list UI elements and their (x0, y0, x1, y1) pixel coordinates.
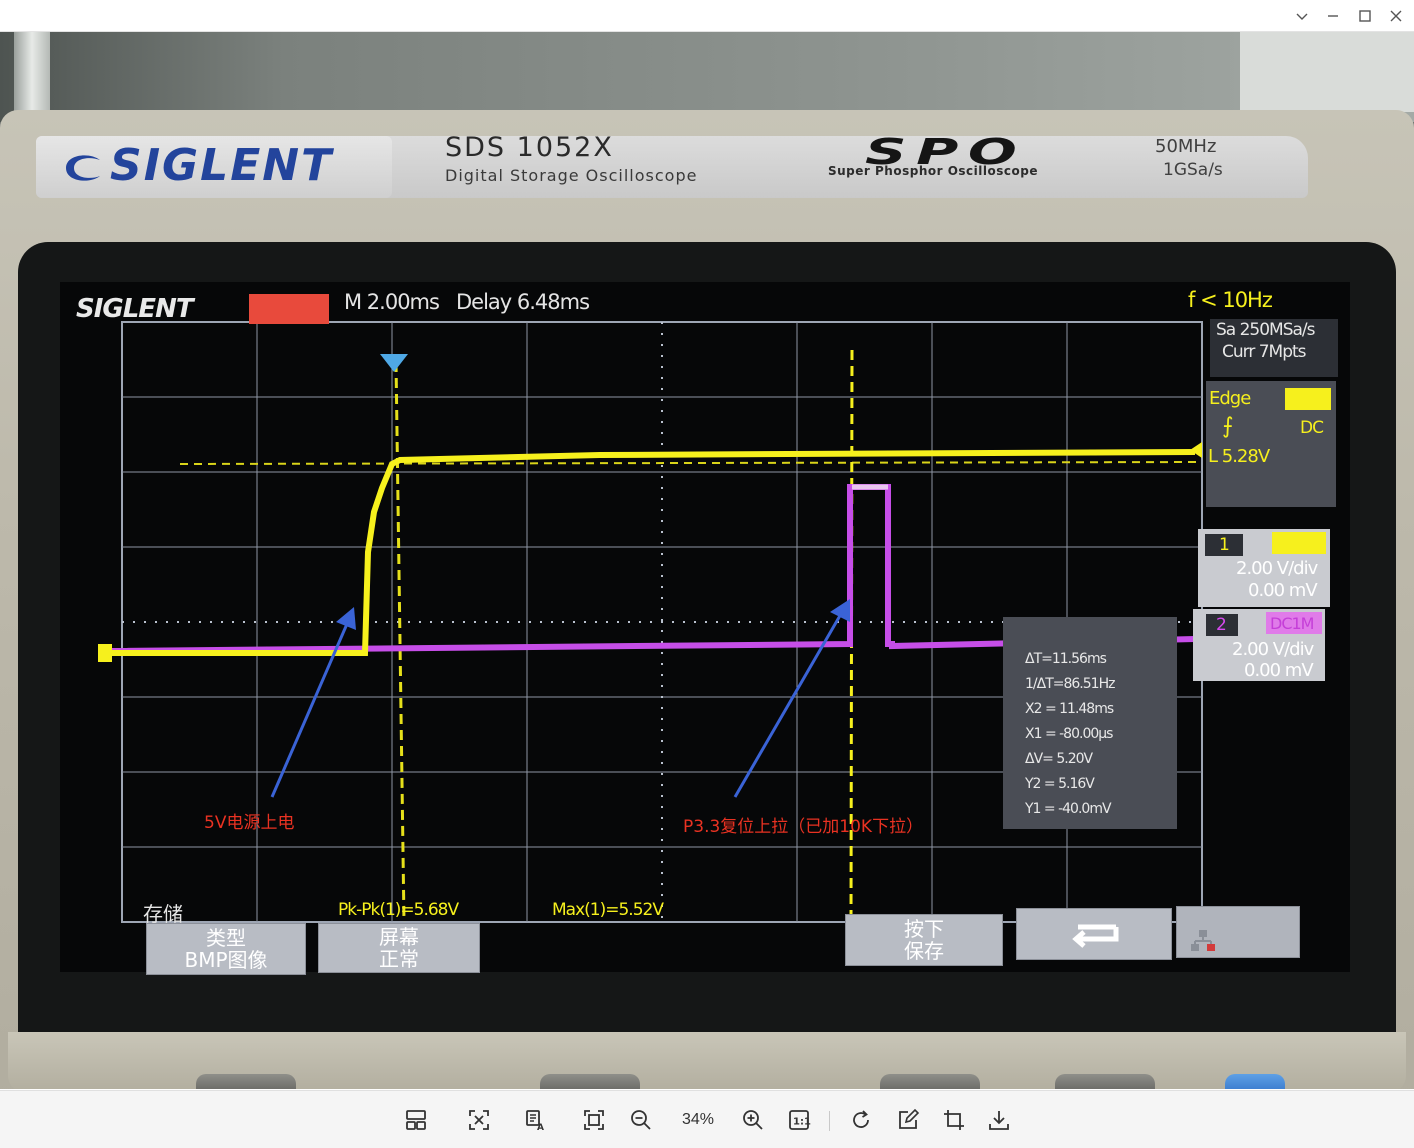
max-measure: Max(1)=5.52V (552, 900, 664, 920)
ch2-scale: 2.00 V/div (1232, 639, 1314, 660)
chevron-down-icon[interactable] (1287, 4, 1317, 28)
trigger-position-marker (380, 354, 408, 372)
zoom-out-icon[interactable] (625, 1104, 657, 1136)
return-button[interactable] (1016, 908, 1172, 960)
screen-mode-value: 正常 (379, 947, 419, 971)
minimize-icon[interactable] (1318, 4, 1348, 28)
crop-icon[interactable] (938, 1104, 970, 1136)
screen-mode-button[interactable]: 屏幕 正常 (318, 923, 480, 973)
actual-size-icon[interactable]: 1:1 (783, 1104, 815, 1136)
ch1-number: 1 (1219, 535, 1230, 555)
network-status (1176, 906, 1300, 958)
annotation-5v-power-on: 5V电源上电 (204, 813, 295, 833)
edit-icon[interactable] (892, 1104, 924, 1136)
ocr-icon[interactable]: A (520, 1104, 552, 1136)
ch1-coupling-badge (1272, 532, 1326, 554)
trigger-level: L 5.28V (1208, 446, 1270, 467)
front-knob-3 (880, 1074, 980, 1089)
screen-logo: SIGLENT (76, 294, 194, 324)
return-arrow-icon (1072, 924, 1119, 948)
ch2-number: 2 (1216, 615, 1227, 635)
press-save-value: 保存 (904, 939, 944, 963)
delta-v-readout: ΔV= 5.20V (1025, 751, 1093, 767)
close-icon[interactable] (1381, 4, 1411, 28)
network-icon (1191, 930, 1215, 951)
window-titlebar (0, 0, 1414, 32)
toolbar-separator (829, 1111, 830, 1131)
rising-edge-icon: ⨍ (1222, 414, 1234, 439)
fullscreen-icon[interactable] (578, 1104, 610, 1136)
press-save-button[interactable]: 按下 保存 (845, 914, 1003, 966)
svg-text:A: A (537, 1123, 544, 1132)
trigger-level-line (179, 461, 1201, 465)
ch2-offset: 0.00 mV (1244, 660, 1314, 681)
press-save-label: 按下 (904, 917, 944, 941)
front-knob-1 (196, 1074, 296, 1089)
ch1-ground-marker (98, 644, 112, 662)
layout-icon[interactable] (400, 1104, 432, 1136)
save-type-label: 类型 (206, 926, 246, 950)
rotate-icon[interactable] (845, 1104, 877, 1136)
zoom-level: 34% (681, 1111, 715, 1128)
save-type-button[interactable]: 类型 BMP图像 (146, 923, 306, 975)
x2-readout: X2 = 11.48ms (1025, 701, 1114, 717)
ch2-coupling: DC1M (1270, 614, 1314, 633)
image-viewer-toolbar: A 34% 1:1 (0, 1090, 1414, 1148)
maximize-icon[interactable] (1350, 4, 1380, 28)
photo-viewport: SIGLENT SDS 1052X Digital Storage Oscill… (0, 32, 1414, 1089)
trigger-type: Edge (1209, 388, 1251, 409)
fit-window-icon[interactable] (463, 1104, 495, 1136)
ch1-offset: 0.00 mV (1248, 580, 1318, 601)
front-knob-2 (540, 1074, 640, 1089)
zoom-in-icon[interactable] (737, 1104, 769, 1136)
save-type-value: BMP图像 (184, 948, 268, 972)
arrow-left (270, 616, 352, 798)
x1-readout: X1 = -80.00µs (1025, 726, 1113, 742)
sample-rate-readout: Sa 250MSa/s (1216, 320, 1316, 340)
front-knob-4 (1055, 1074, 1155, 1089)
cursor-measure-panel: ΔT=11.56ms 1/ΔT=86.51Hz X2 = 11.48ms X1 … (1003, 617, 1177, 829)
trigger-coupling: DC (1300, 418, 1324, 438)
cursor-x1-line[interactable] (394, 361, 406, 923)
memory-depth-readout: Curr 7Mpts (1222, 342, 1307, 362)
y2-readout: Y2 = 5.16V (1025, 776, 1095, 792)
pkpk-measure: Pk-Pk(1)=5.68V (338, 900, 459, 920)
delta-t-readout: ΔT=11.56ms (1025, 651, 1107, 667)
screen-mode-label: 屏幕 (379, 925, 419, 949)
timebase-readout[interactable]: M 2.00ms (344, 290, 440, 314)
inverse-delta-t-readout: 1/ΔT=86.51Hz (1025, 676, 1115, 692)
trigger-frequency-readout: f < 10Hz (1188, 288, 1273, 312)
delay-readout[interactable]: Delay 6.48ms (456, 290, 590, 314)
y1-readout: Y1 = -40.0mV (1025, 801, 1112, 817)
annotation-p33-reset: P3.3复位上拉（已加10K下拉） (683, 817, 924, 837)
ch1-scale: 2.00 V/div (1236, 558, 1318, 579)
front-blue-button (1225, 1074, 1285, 1089)
trigger-source-badge (1285, 388, 1331, 410)
download-icon[interactable] (983, 1104, 1015, 1136)
arrow-right (733, 606, 847, 798)
run-status-badge[interactable] (249, 294, 329, 324)
actual-size-label: 1:1 (793, 1117, 811, 1128)
annotation-arrows (270, 599, 850, 798)
